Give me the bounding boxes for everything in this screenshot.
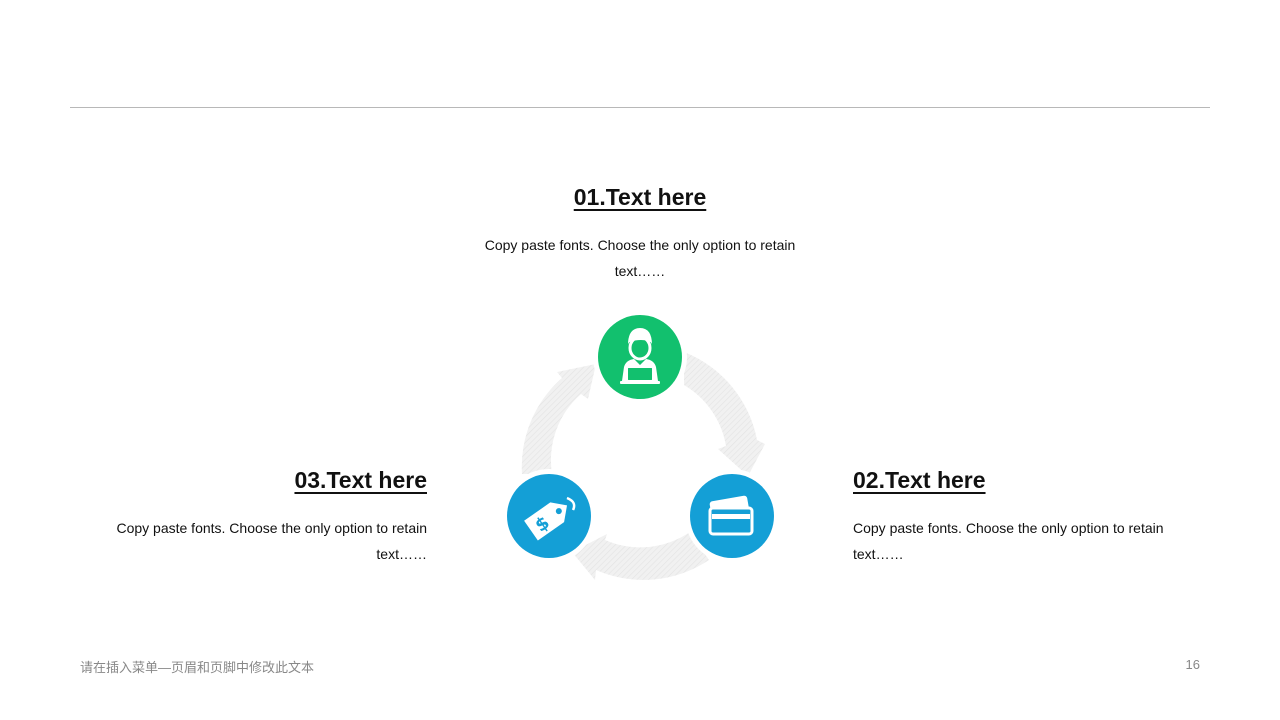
- step-1-node: [598, 315, 682, 399]
- credit-card-icon: [708, 495, 754, 536]
- step-2-title: 02.Text here: [853, 467, 986, 493]
- step-1-title: 01.Text here: [573, 184, 707, 210]
- price-tag-icon: $: [524, 496, 576, 541]
- cycle-arrow-3-to-1: [521, 364, 596, 474]
- cycle-arrow-2-to-3: [572, 532, 709, 580]
- step-2-node: [690, 474, 774, 558]
- page-number: 16: [1185, 657, 1200, 672]
- step-1-description: Copy paste fonts. Choose the only option…: [484, 237, 796, 279]
- step-3-node: $: [507, 474, 591, 558]
- step-3-title: 03.Text here: [294, 467, 427, 493]
- step-3-description: Copy paste fonts. Choose the only option…: [116, 520, 427, 562]
- footer-text: 请在插入菜单—页眉和页脚中修改此文本: [80, 660, 315, 675]
- cycle-arrow-1-to-2: [684, 352, 765, 476]
- presenter-laptop-icon: [620, 328, 660, 384]
- step-2-description: Copy paste fonts. Choose the only option…: [853, 520, 1164, 562]
